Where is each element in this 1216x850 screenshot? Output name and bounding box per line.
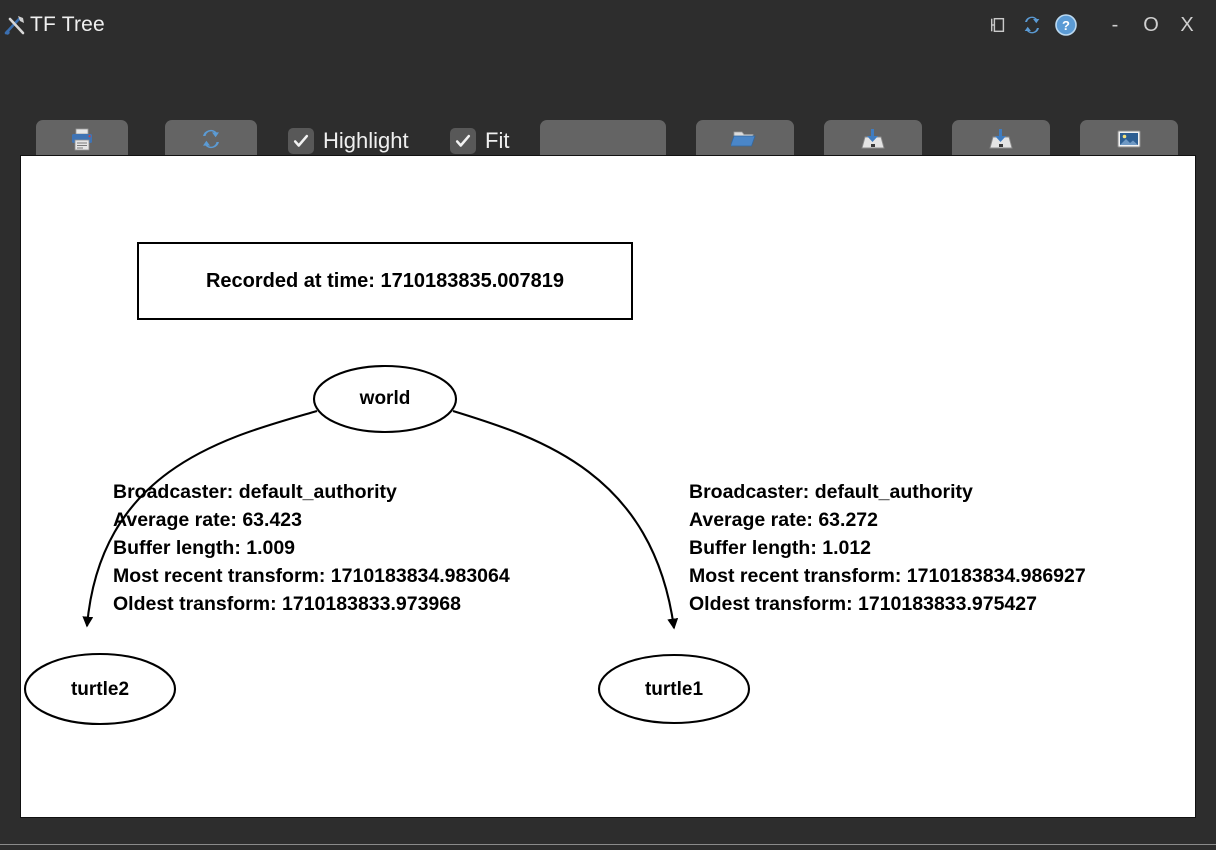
node-label-turtle1: turtle1 (645, 679, 703, 701)
highlight-checkbox-group[interactable]: Highlight (288, 128, 409, 154)
average-rate-text: Average rate: 63.423 (113, 506, 510, 534)
tf-tree-window: TF Tree ? (0, 0, 1216, 850)
highlight-checkbox[interactable] (288, 128, 314, 154)
broadcaster-text: Broadcaster: default_authority (689, 478, 1086, 506)
maximize-button[interactable]: O (1136, 10, 1166, 40)
image-icon (1115, 127, 1143, 156)
reload-icon[interactable] (1018, 11, 1046, 39)
toolbar: Highlight Fit (0, 50, 1216, 134)
edge-info-world-turtle2: Broadcaster: default_authority Average r… (113, 478, 510, 618)
folder-open-icon (731, 126, 759, 157)
check-icon (292, 132, 310, 150)
help-icon[interactable]: ? (1052, 11, 1080, 39)
fit-label: Fit (485, 128, 509, 154)
svg-text:?: ? (1062, 18, 1070, 33)
save-disk-icon (987, 126, 1015, 157)
broadcaster-text: Broadcaster: default_authority (113, 478, 510, 506)
buffer-length-text: Buffer length: 1.009 (113, 534, 510, 562)
most-recent-transform-text: Most recent transform: 1710183834.986927 (689, 562, 1086, 590)
oldest-transform-text: Oldest transform: 1710183833.975427 (689, 590, 1086, 618)
node-label-world: world (360, 388, 411, 410)
title-bar-controls: ? - O X (984, 10, 1216, 40)
save-disk-icon (859, 126, 887, 157)
bottom-strip (0, 845, 1216, 850)
tools-icon (2, 12, 28, 38)
title-bar: TF Tree ? (0, 0, 1216, 50)
most-recent-transform-text: Most recent transform: 1710183834.983064 (113, 562, 510, 590)
minimize-button[interactable]: - (1100, 10, 1130, 40)
edge-info-world-turtle1: Broadcaster: default_authority Average r… (689, 478, 1086, 618)
close-button[interactable]: X (1172, 10, 1202, 40)
fit-checkbox-group[interactable]: Fit (450, 128, 509, 154)
oldest-transform-text: Oldest transform: 1710183833.973968 (113, 590, 510, 618)
detach-panel-icon[interactable] (984, 11, 1012, 39)
average-rate-text: Average rate: 63.272 (689, 506, 1086, 534)
check-icon (454, 132, 472, 150)
buffer-length-text: Buffer length: 1.012 (689, 534, 1086, 562)
tf-graph-canvas[interactable]: Recorded at time: 1710183835.007819 worl… (20, 155, 1196, 818)
highlight-label: Highlight (323, 128, 409, 154)
node-label-turtle2: turtle2 (71, 679, 129, 701)
window-title: TF Tree (30, 12, 105, 38)
title-bar-left: TF Tree (0, 12, 105, 38)
refresh-icon (198, 126, 224, 157)
printer-icon (69, 126, 95, 157)
fit-checkbox[interactable] (450, 128, 476, 154)
